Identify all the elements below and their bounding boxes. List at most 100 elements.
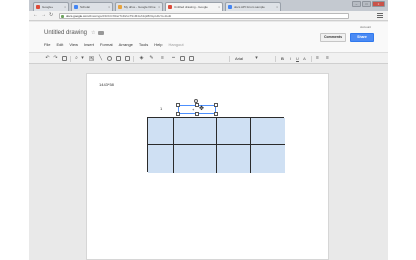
menu-format[interactable]: Format bbox=[100, 42, 113, 47]
forward-icon[interactable]: → bbox=[41, 13, 46, 18]
browser-tab[interactable]: Scholar × bbox=[71, 2, 113, 11]
border-icon[interactable] bbox=[180, 56, 185, 61]
paint-format-icon[interactable] bbox=[62, 56, 67, 61]
toolbar-divider bbox=[229, 56, 230, 62]
font-select[interactable]: Arial bbox=[235, 56, 243, 61]
image-icon[interactable] bbox=[116, 56, 121, 61]
browser-tab[interactable]: Google+ × bbox=[33, 2, 69, 11]
menu-arrange[interactable]: Arrange bbox=[119, 42, 133, 47]
menu-edit[interactable]: Edit bbox=[56, 42, 63, 47]
table-style-icon[interactable] bbox=[189, 56, 194, 61]
menu-view[interactable]: View bbox=[69, 42, 78, 47]
lock-icon bbox=[61, 15, 64, 18]
browser-tab-active[interactable]: Untitled drawing - Google × bbox=[165, 2, 223, 11]
menu-tools[interactable]: Tools bbox=[139, 42, 148, 47]
zoom-icon[interactable]: ⌕ bbox=[74, 56, 79, 61]
tab-strip: Google+ × Scholar × My drive - Google Dr… bbox=[29, 0, 388, 11]
table-cell[interactable] bbox=[217, 118, 251, 145]
redo-icon[interactable]: ↷ bbox=[53, 56, 58, 61]
line-color-icon[interactable]: ✎ bbox=[149, 56, 154, 61]
resize-handle[interactable] bbox=[176, 103, 180, 107]
table-cell[interactable] bbox=[251, 145, 285, 173]
url-host: docs.google.com bbox=[66, 14, 89, 18]
drawing-canvas[interactable]: 1443*58 1 + ✥ bbox=[86, 73, 329, 260]
comments-button[interactable]: Comments bbox=[320, 33, 346, 42]
drawing-icon bbox=[168, 5, 172, 9]
account-name[interactable]: Account bbox=[360, 25, 371, 29]
italic-icon[interactable]: I bbox=[288, 56, 293, 61]
menu-hangout[interactable]: Hangout bbox=[168, 42, 183, 47]
table-cell[interactable] bbox=[148, 118, 174, 145]
menu-bar: File Edit View Insert Format Arrange Too… bbox=[44, 42, 184, 47]
table-cell[interactable] bbox=[148, 145, 174, 173]
menu-file[interactable]: File bbox=[44, 42, 50, 47]
share-button[interactable]: Share bbox=[350, 33, 374, 42]
zoom-caret-icon[interactable]: ▾ bbox=[80, 56, 85, 61]
resize-handle[interactable] bbox=[214, 112, 218, 116]
toolbar-divider bbox=[311, 56, 312, 62]
browser-tab[interactable]: My drive - Google Drive × bbox=[115, 2, 163, 11]
toolbar-divider bbox=[275, 56, 276, 62]
table-cell[interactable] bbox=[251, 118, 285, 145]
fill-color-icon[interactable]: ◈ bbox=[139, 56, 144, 61]
menu-help[interactable]: Help bbox=[154, 42, 162, 47]
move-cursor-icon: ✥ bbox=[199, 106, 205, 112]
address-bar: ← → ↻ docs.google.com/drawings/d/1FbCXRa… bbox=[29, 11, 388, 21]
window-controls: – □ × bbox=[352, 1, 385, 7]
google-plus-icon bbox=[36, 5, 40, 9]
menu-insert[interactable]: Insert bbox=[84, 42, 94, 47]
url-input[interactable]: docs.google.com/drawings/d/1FbCXRaz7kD2x… bbox=[59, 13, 349, 19]
table[interactable] bbox=[147, 117, 285, 173]
shape-icon[interactable] bbox=[107, 56, 112, 61]
back-icon[interactable]: ← bbox=[33, 13, 38, 18]
drive-icon bbox=[118, 5, 122, 9]
select-icon[interactable]: ↖ bbox=[89, 56, 94, 62]
folder-icon[interactable] bbox=[98, 31, 104, 35]
tab-label: My drive - Google Drive bbox=[124, 5, 156, 9]
row-number: 1 bbox=[160, 106, 163, 111]
close-icon[interactable]: × bbox=[64, 5, 66, 9]
docs-header: Untitled drawing ☆ Account Comments Shar… bbox=[29, 22, 388, 52]
browser-menu-icon[interactable] bbox=[377, 13, 383, 19]
browser-tab[interactable]: docs API forum sample × bbox=[225, 2, 281, 11]
bold-icon[interactable]: B bbox=[280, 56, 285, 61]
table-cell[interactable] bbox=[217, 145, 251, 173]
reload-icon[interactable]: ↻ bbox=[49, 13, 53, 18]
toolbar-divider bbox=[133, 56, 134, 62]
toolbar-divider bbox=[70, 56, 71, 62]
resize-handle[interactable] bbox=[195, 112, 199, 116]
selected-text-box[interactable] bbox=[176, 103, 218, 116]
close-window-button[interactable]: × bbox=[372, 1, 385, 7]
star-icon[interactable]: ☆ bbox=[91, 30, 95, 36]
document-title[interactable]: Untitled drawing bbox=[44, 30, 87, 36]
undo-icon[interactable]: ↶ bbox=[45, 56, 50, 61]
line-icon[interactable]: ╲ bbox=[98, 56, 103, 61]
canvas-area: 1443*58 1 + ✥ bbox=[29, 64, 388, 260]
underline-icon[interactable]: U bbox=[295, 56, 300, 61]
align-icon[interactable]: ≡ bbox=[315, 56, 320, 61]
close-icon[interactable]: × bbox=[276, 5, 278, 9]
font-caret-icon[interactable]: ▾ bbox=[254, 56, 259, 61]
docs-icon bbox=[228, 5, 232, 9]
minimize-button[interactable]: – bbox=[352, 1, 361, 7]
tab-label: docs API forum sample bbox=[234, 5, 265, 9]
tab-label: Google+ bbox=[42, 5, 54, 9]
line-dash-icon[interactable]: ┅ bbox=[171, 56, 176, 61]
close-icon[interactable]: × bbox=[158, 5, 160, 9]
scholar-icon bbox=[74, 5, 78, 9]
close-icon[interactable]: × bbox=[108, 5, 110, 9]
browser-window: Google+ × Scholar × My drive - Google Dr… bbox=[29, 0, 388, 260]
line-weight-icon[interactable]: ≡ bbox=[160, 56, 165, 61]
close-icon[interactable]: × bbox=[218, 5, 220, 9]
cursor-label: + bbox=[192, 107, 195, 112]
tab-label: Scholar bbox=[80, 5, 91, 9]
resize-handle[interactable] bbox=[176, 112, 180, 116]
table-cell[interactable] bbox=[174, 145, 217, 173]
resize-handle[interactable] bbox=[214, 103, 218, 107]
table-cell[interactable] bbox=[174, 118, 217, 145]
maximize-button[interactable]: □ bbox=[362, 1, 371, 7]
more-icon[interactable]: ≡ bbox=[325, 56, 330, 61]
text-box-icon[interactable] bbox=[125, 56, 130, 61]
tab-label: Untitled drawing - Google bbox=[174, 5, 208, 9]
text-color-icon[interactable]: A bbox=[302, 56, 307, 61]
